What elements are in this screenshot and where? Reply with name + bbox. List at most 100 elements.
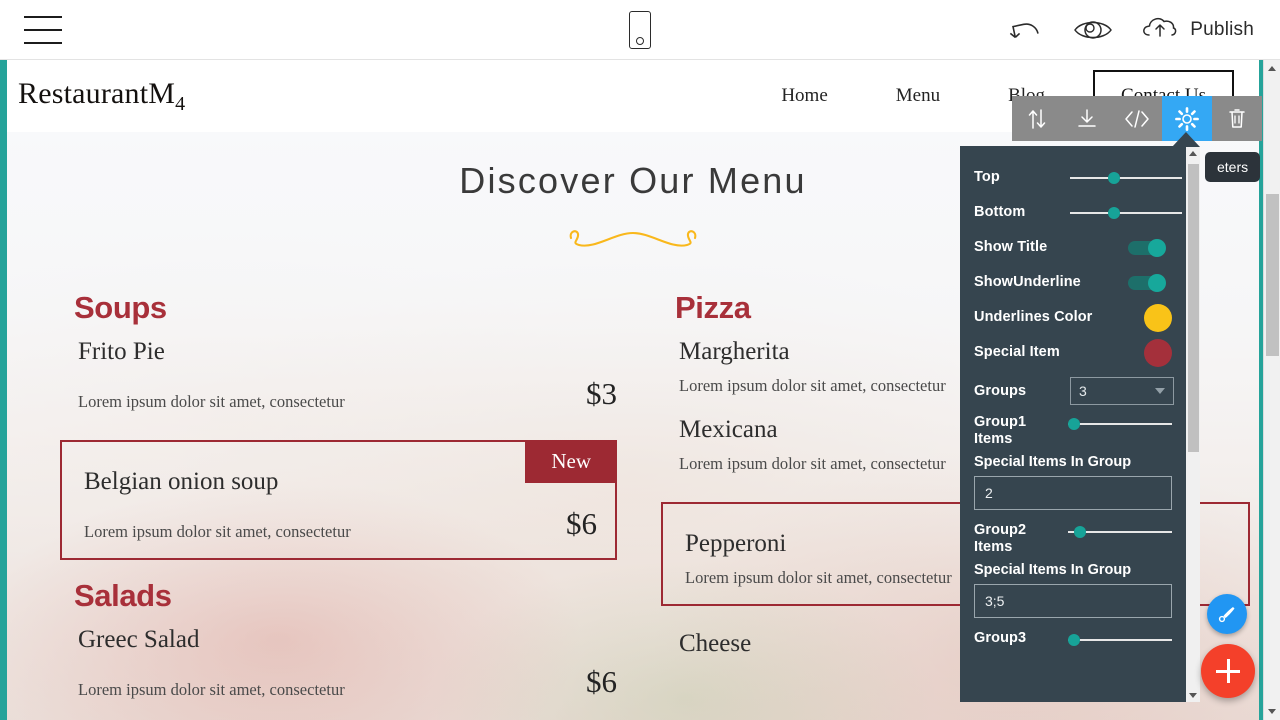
- move-updown-icon: [1028, 108, 1046, 129]
- slider-knob[interactable]: [1068, 634, 1080, 646]
- site-brand-logo[interactable]: RestaurantM4: [18, 77, 185, 116]
- menu-item-name: Greec Salad: [78, 626, 200, 653]
- toolbar-tooltip: eters: [1205, 152, 1261, 182]
- settings-panel-caret: [1172, 132, 1200, 147]
- menu-item-special[interactable]: New Belgian onion soup Lorem ipsum dolor…: [60, 440, 617, 560]
- setting-row-show-title: Show Title: [960, 230, 1186, 265]
- underlines-color-swatch[interactable]: [1144, 303, 1172, 332]
- show-title-toggle[interactable]: [1128, 238, 1172, 257]
- setting-row-underlines-color: Underlines Color: [960, 300, 1186, 335]
- setting-label: Group3: [974, 630, 1027, 646]
- setting-field-group2-special: Special Items In Group: [960, 556, 1186, 628]
- slider-knob[interactable]: [1108, 171, 1121, 184]
- group2-special-items-input[interactable]: [974, 584, 1172, 618]
- browser-scrollbar-thumb[interactable]: [1266, 194, 1279, 356]
- setting-field-group1-special: Special Items In Group: [960, 448, 1186, 520]
- hamburger-line: [24, 28, 62, 31]
- scroll-down-arrow-icon[interactable]: [1264, 703, 1280, 720]
- hamburger-menu-icon[interactable]: [24, 15, 62, 44]
- scrollbar-thumb[interactable]: [1188, 164, 1199, 452]
- settings-panel-scrollbar[interactable]: [1186, 146, 1200, 702]
- group-heading: Salads: [74, 578, 172, 613]
- menu-item-desc: Lorem ipsum dolor sit amet, consectetur: [78, 392, 345, 411]
- chevron-down-icon: [1155, 388, 1165, 394]
- setting-label: Special Items In Group: [974, 454, 1132, 470]
- nav-link-home[interactable]: Home: [747, 85, 861, 107]
- slider-track: [1068, 639, 1172, 641]
- slider-track: [1070, 176, 1182, 179]
- menu-item-price: $6: [586, 664, 617, 699]
- menu-item-name: Belgian onion soup: [84, 468, 279, 495]
- block-selection-bar-left: [0, 60, 7, 720]
- trash-icon: [1229, 108, 1245, 128]
- mobile-preview-icon[interactable]: [629, 10, 651, 49]
- setting-row-group2-items: Group2 Items: [960, 520, 1186, 556]
- setting-label: Top: [974, 169, 1000, 185]
- builder-bar-actions: Publish: [1008, 12, 1254, 47]
- delete-block-button[interactable]: [1212, 96, 1262, 141]
- setting-label: Groups: [974, 382, 1027, 399]
- download-icon: [1078, 108, 1096, 127]
- setting-row-special-item: Special Item: [960, 335, 1186, 370]
- paintbrush-icon: [1218, 607, 1235, 623]
- group3-items-slider[interactable]: [1068, 631, 1172, 649]
- menu-item-name: Frito Pie: [78, 338, 165, 365]
- scroll-up-arrow-icon[interactable]: [1186, 146, 1200, 160]
- add-block-button[interactable]: [1201, 644, 1255, 698]
- group1-special-items-input[interactable]: [974, 476, 1172, 510]
- slider-track: [1068, 423, 1172, 425]
- code-brackets-icon: [1125, 109, 1149, 128]
- setting-row-bottom: Bottom: [960, 195, 1186, 230]
- slider-knob[interactable]: [1074, 526, 1087, 538]
- special-item-color-swatch[interactable]: [1144, 338, 1172, 367]
- setting-label: Special Item: [974, 344, 1060, 360]
- save-block-button[interactable]: [1062, 96, 1112, 141]
- menu-item-price: $3: [586, 376, 617, 411]
- move-block-button[interactable]: [1012, 96, 1062, 141]
- setting-label: Underlines Color: [974, 309, 1093, 325]
- theme-brush-button[interactable]: [1207, 594, 1247, 634]
- group-heading: Soups: [74, 290, 167, 325]
- menu-item[interactable]: Greec Salad Lorem ipsum dolor sit amet, …: [60, 620, 617, 714]
- block-toolbar: [1012, 96, 1262, 141]
- slider-track: [1070, 211, 1182, 214]
- toggle-knob: [1148, 238, 1166, 257]
- hamburger-line: [24, 41, 62, 44]
- scroll-up-arrow-icon[interactable]: [1264, 60, 1280, 77]
- menu-column-left: Soups Frito Pie Lorem ipsum dolor sit am…: [0, 290, 633, 714]
- group1-items-slider[interactable]: [1068, 415, 1172, 433]
- scroll-down-arrow-icon[interactable]: [1186, 688, 1200, 702]
- new-badge: New: [525, 440, 617, 483]
- top-padding-slider[interactable]: [1070, 169, 1182, 187]
- setting-row-groups: Groups 3: [960, 370, 1186, 412]
- toggle-knob: [1148, 273, 1166, 292]
- menu-item-desc: Lorem ipsum dolor sit amet, consectetur: [84, 522, 351, 541]
- builder-top-bar: Publish: [0, 0, 1280, 60]
- decorative-underline-swirl: [569, 230, 697, 247]
- menu-item[interactable]: Frito Pie Lorem ipsum dolor sit amet, co…: [60, 332, 617, 426]
- brand-subscript: 4: [175, 92, 186, 115]
- group2-items-slider[interactable]: [1068, 523, 1172, 541]
- setting-row-top: Top: [960, 160, 1186, 195]
- bottom-padding-slider[interactable]: [1070, 204, 1182, 222]
- eye-preview-icon[interactable]: [1072, 16, 1114, 44]
- brand-text: RestaurantM: [18, 76, 176, 110]
- gear-icon: [1175, 106, 1199, 131]
- setting-label: Special Items In Group: [974, 562, 1132, 578]
- nav-link-menu[interactable]: Menu: [862, 85, 974, 107]
- menu-group-salads: Salads Greec Salad Lorem ipsum dolor sit…: [60, 578, 617, 714]
- settings-panel-scroll-area: Top Bottom Show Title ShowUnderline Unde…: [960, 146, 1186, 702]
- slider-knob[interactable]: [1068, 418, 1080, 430]
- setting-row-show-underline: ShowUnderline: [960, 265, 1186, 300]
- cloud-upload-icon: [1140, 12, 1180, 47]
- show-underline-toggle[interactable]: [1128, 273, 1172, 292]
- groups-count-select[interactable]: 3: [1070, 377, 1174, 405]
- browser-scrollbar[interactable]: [1263, 60, 1280, 720]
- undo-arrow-icon[interactable]: [1008, 15, 1046, 45]
- edit-code-button[interactable]: [1112, 96, 1162, 141]
- slider-knob[interactable]: [1108, 206, 1121, 219]
- hamburger-line: [24, 15, 62, 18]
- settings-panel: Top Bottom Show Title ShowUnderline Unde…: [960, 146, 1200, 702]
- menu-item-desc: Lorem ipsum dolor sit amet, consectetur: [78, 680, 345, 699]
- publish-button[interactable]: Publish: [1140, 12, 1254, 47]
